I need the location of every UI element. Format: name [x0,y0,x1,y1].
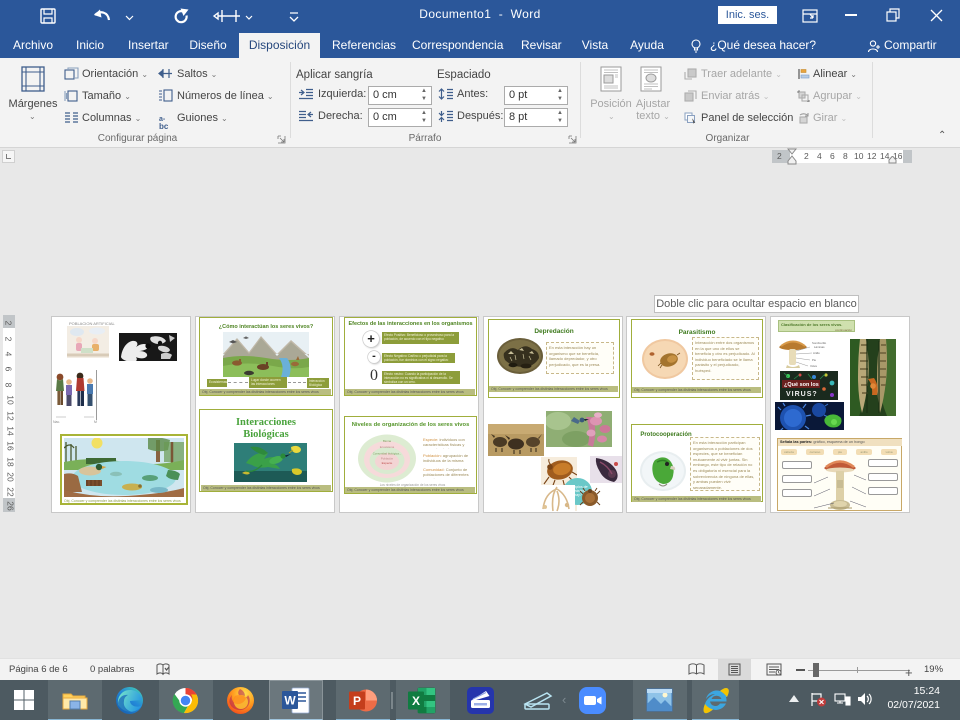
svg-text:Bioma: Bioma [383,439,391,443]
svg-text:Láminas: Láminas [814,345,825,349]
svg-text:Pie: Pie [812,358,816,362]
svg-text:VIRUS?: VIRUS? [786,391,818,398]
svg-text:W: W [284,694,296,708]
svg-text:Anillo: Anillo [813,351,820,355]
svg-text:Comunidad biológica...: Comunidad biológica... [373,452,402,456]
svg-text:P: P [353,694,361,708]
svg-text:X: X [412,694,420,708]
svg-text:Volva: Volva [810,364,817,368]
svg-text:¿Qué son los: ¿Qué son los [784,382,819,388]
svg-text:Especie: Especie [382,461,393,465]
svg-text:Población: Población [381,457,394,461]
svg-text:Ecosistema: Ecosistema [380,445,395,449]
